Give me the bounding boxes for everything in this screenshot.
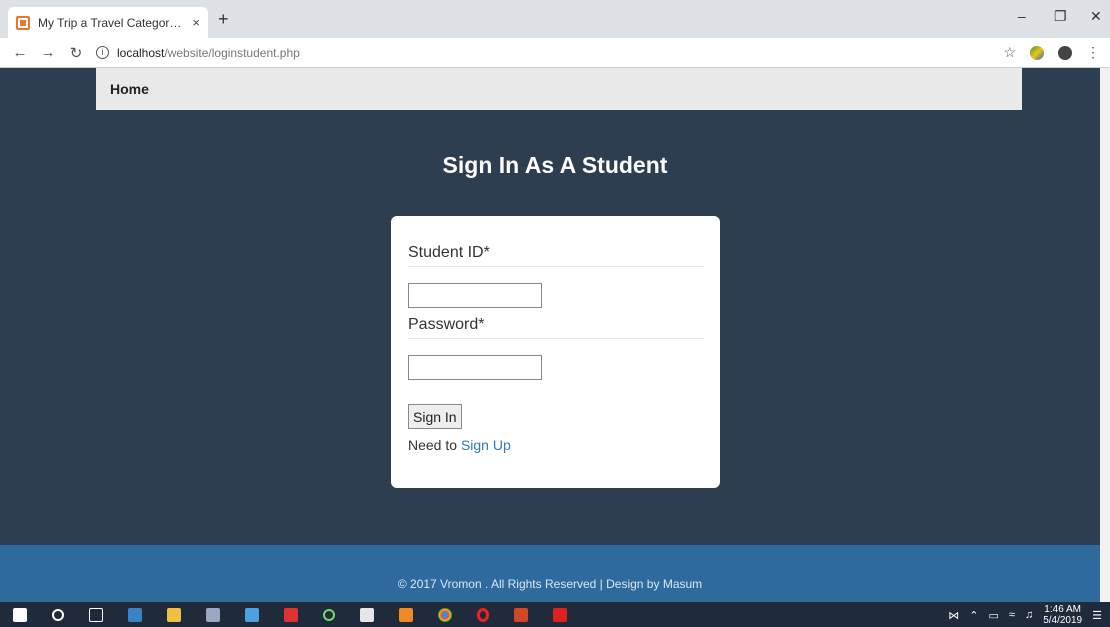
favicon-icon xyxy=(16,15,30,30)
file-explorer-icon[interactable] xyxy=(167,607,181,622)
signup-prompt: Need to Sign Up xyxy=(408,437,704,453)
password-input[interactable] xyxy=(408,355,542,380)
footer: © 2017 Vromon . All Rights Reserved | De… xyxy=(0,545,1100,602)
windows-start-icon[interactable] xyxy=(13,607,27,622)
wifi-icon[interactable]: ≈ xyxy=(1009,609,1015,621)
chrome-icon[interactable] xyxy=(438,607,452,622)
cortana-icon[interactable] xyxy=(52,608,64,621)
new-tab-button[interactable]: + xyxy=(218,9,229,30)
url-host: localhost xyxy=(117,45,165,60)
page-body: Home Sign In As A Student Student ID* Pa… xyxy=(0,68,1100,602)
extension-icon[interactable] xyxy=(1030,45,1044,60)
pen-icon[interactable] xyxy=(360,607,374,622)
sign-up-link[interactable]: Sign Up xyxy=(461,437,511,453)
back-arrow-icon[interactable]: ← xyxy=(6,44,34,61)
login-card: Student ID* Password* Sign In Need to Si… xyxy=(391,216,720,488)
chevron-up-icon[interactable]: ⌃ xyxy=(969,609,978,622)
info-icon[interactable]: i xyxy=(96,46,109,59)
account-icon[interactable] xyxy=(1058,45,1072,60)
tab-close-icon[interactable]: × xyxy=(192,15,200,30)
opera-icon[interactable] xyxy=(477,607,489,622)
volume-icon[interactable]: ♫ xyxy=(1025,609,1033,621)
sign-in-button[interactable]: Sign In xyxy=(408,404,462,429)
student-id-input[interactable] xyxy=(408,283,542,308)
page-scrollbar[interactable] xyxy=(1100,68,1110,602)
clock[interactable]: 1:46 AM 5/4/2019 xyxy=(1043,604,1082,626)
minimize-icon[interactable]: – xyxy=(1018,8,1026,24)
paint-icon[interactable] xyxy=(206,607,220,622)
tab-title: My Trip a Travel Category Flat Bo xyxy=(38,15,187,30)
battery-icon[interactable]: ▭ xyxy=(988,609,998,622)
powerpoint-icon[interactable] xyxy=(514,607,528,622)
star-icon[interactable]: ☆ xyxy=(1003,44,1016,61)
top-navigation: Home xyxy=(96,68,1022,110)
tool-icon[interactable] xyxy=(245,607,259,622)
upwork-icon[interactable] xyxy=(323,608,335,621)
browser-tab[interactable]: My Trip a Travel Category Flat Bo × xyxy=(8,7,208,38)
windows-taskbar: ⋈ ⌃ ▭ ≈ ♫ 1:46 AM 5/4/2019 ☰ xyxy=(0,602,1110,627)
close-window-icon[interactable]: ✕ xyxy=(1090,8,1102,25)
restore-icon[interactable]: ❐ xyxy=(1054,8,1067,25)
footer-copyright: © 2017 Vromon . All Rights Reserved | De… xyxy=(397,577,703,591)
clock-time: 1:46 AM xyxy=(1044,604,1081,615)
forward-arrow-icon[interactable]: → xyxy=(34,44,62,61)
people-icon[interactable]: ⋈ xyxy=(948,609,959,622)
page-title: Sign In As A Student xyxy=(442,152,668,178)
sublime-icon[interactable] xyxy=(399,607,413,622)
student-id-label: Student ID* xyxy=(408,216,704,267)
menu-icon[interactable]: ⋮ xyxy=(1086,44,1100,61)
notification-icon[interactable]: ☰ xyxy=(1092,609,1102,622)
remote-desktop-icon[interactable] xyxy=(128,607,142,622)
clock-date: 5/4/2019 xyxy=(1043,615,1083,626)
system-tray: ⋈ ⌃ ▭ ≈ ♫ 1:46 AM 5/4/2019 ☰ xyxy=(948,604,1102,626)
url-field[interactable]: i localhost /website/loginstudent.php xyxy=(96,46,300,60)
task-view-icon[interactable] xyxy=(89,607,103,622)
nav-home-link[interactable]: Home xyxy=(110,81,149,97)
address-bar: ← → ↻ i localhost /website/loginstudent.… xyxy=(0,38,1110,68)
reload-icon[interactable]: ↻ xyxy=(62,44,90,62)
password-label: Password* xyxy=(408,308,704,339)
acrobat-icon[interactable] xyxy=(553,607,567,622)
url-path: /website/loginstudent.php xyxy=(164,45,300,60)
signup-prefix: Need to xyxy=(408,437,458,453)
browser-tab-bar: My Trip a Travel Category Flat Bo × + – … xyxy=(0,0,1110,38)
red-app-icon[interactable] xyxy=(284,607,298,622)
